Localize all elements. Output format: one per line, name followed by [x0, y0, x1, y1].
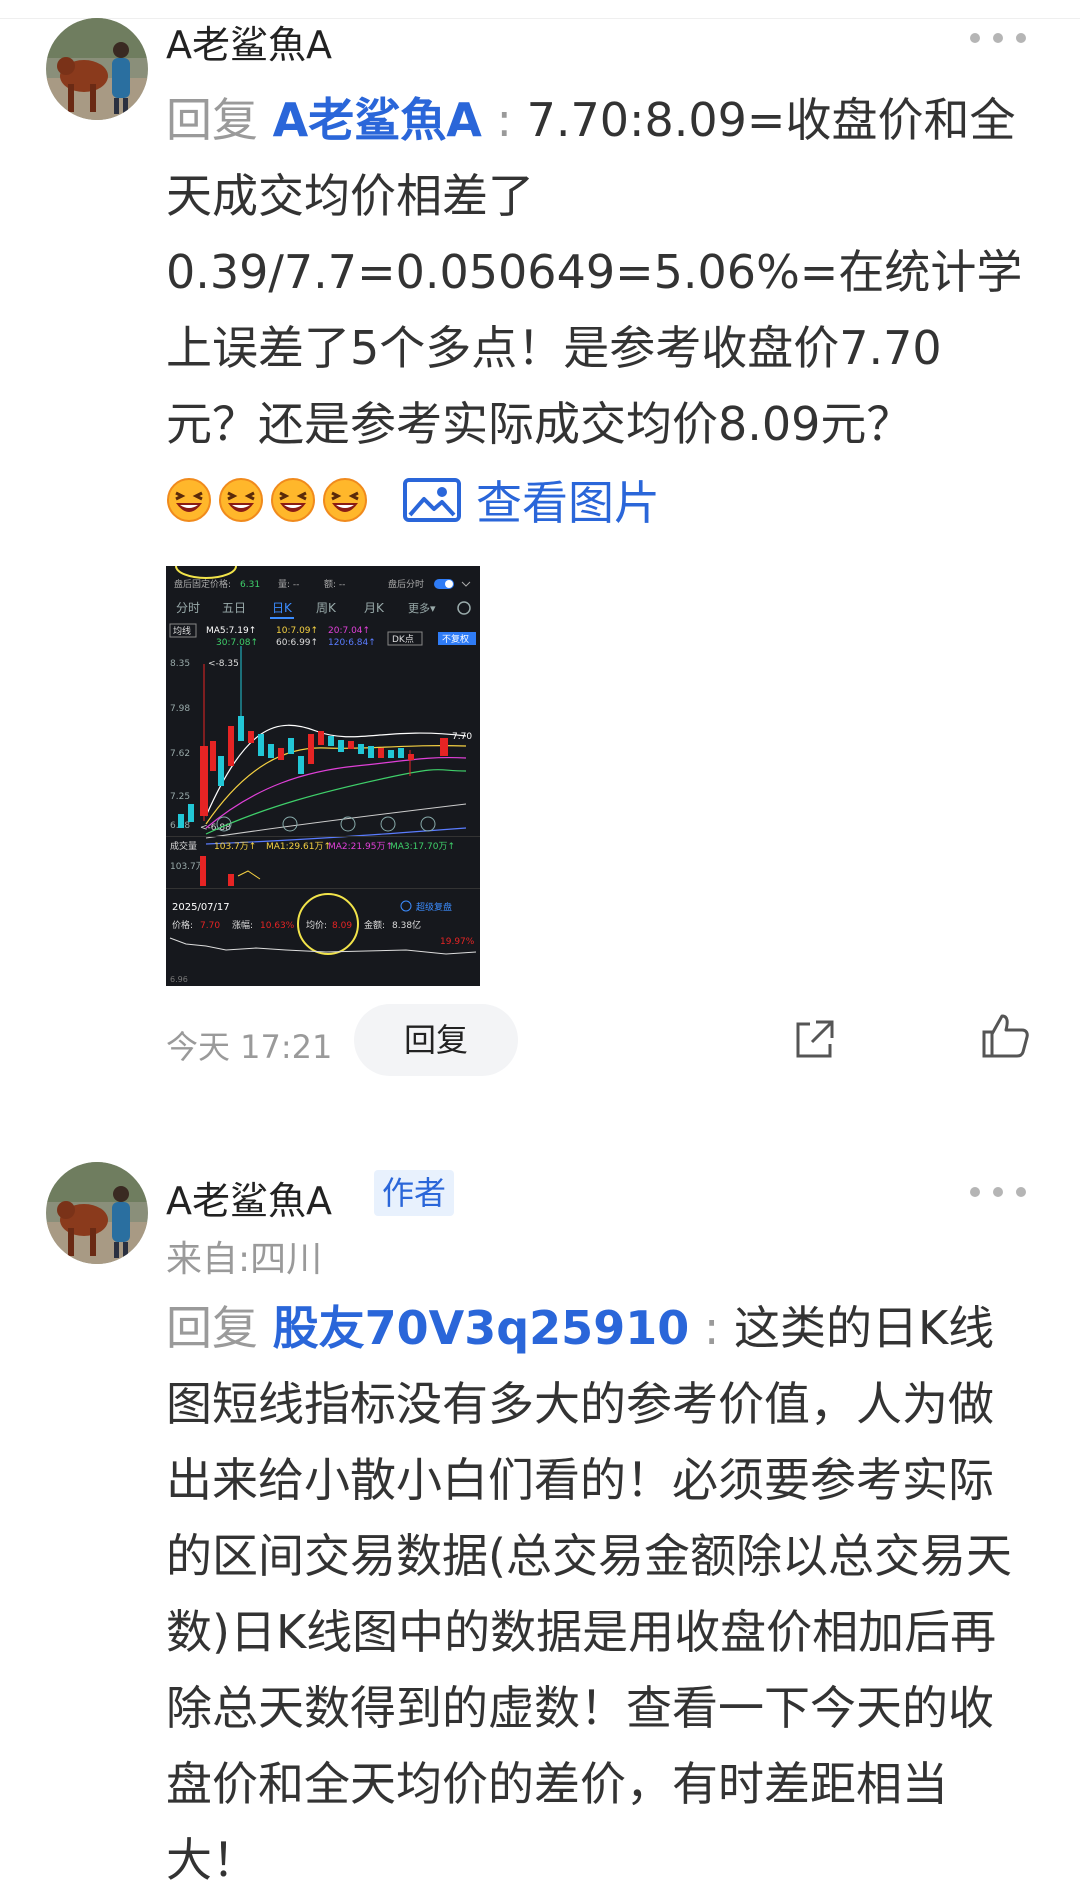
avg-label: 均价: [306, 919, 327, 931]
high-marker: <-8.35 [208, 659, 239, 669]
comment-time: 今天 17:21 [166, 1028, 333, 1066]
after-hours-label: 盘后固定价格: [174, 578, 231, 590]
price-value: 7.70 [200, 921, 220, 931]
emoji-row: 查看图片 [166, 472, 660, 530]
avatar[interactable] [46, 18, 148, 120]
date-label: 2025/07/17 [172, 902, 230, 913]
tab-yuek: 月K [364, 601, 385, 615]
super-replay-link: 超级复盘 [416, 901, 452, 913]
reply-button[interactable]: 回复 [354, 1004, 518, 1076]
tab-wuri: 五日 [222, 601, 246, 615]
vol-ma1: MA1:29.61万↑ [266, 842, 331, 852]
thumbs-up-icon[interactable] [980, 1012, 1030, 1060]
mention-colon: : [481, 93, 527, 147]
ma20-value: 20:7.04↑ [328, 626, 370, 636]
tab-zhouk: 周K [316, 601, 337, 615]
more-dots-icon[interactable] [970, 28, 1026, 48]
share-icon[interactable] [790, 1016, 838, 1064]
view-image-label: 查看图片 [476, 476, 660, 530]
mention-colon: : [689, 1301, 734, 1355]
view-image-link[interactable]: 查看图片 [402, 467, 660, 533]
reply-prefix: 回复 [166, 93, 258, 147]
comment-body: 回复 股友70V3q25910 : 这类的日K线图短线指标没有多大的参考价值，人… [166, 1290, 1028, 1898]
pct-value: 19.97% [440, 937, 475, 947]
change-label: 涨幅: [232, 919, 253, 931]
mention-link[interactable]: 股友70V3q25910 [273, 1301, 690, 1355]
laugh-emoji [323, 478, 367, 522]
price-label: 价格: [172, 919, 193, 931]
ma120-value: 120:6.84↑ [328, 638, 376, 648]
tab-rik: 日K [272, 601, 293, 615]
ma10-value: 10:7.09↑ [276, 626, 318, 636]
comment-body: 回复 A老鲨魚A : 7.70:8.09=收盘价和全天成交均价相差了0.39/7… [166, 82, 1028, 462]
vol-value: 103.7万↑ [214, 842, 256, 852]
amount-label: 金额: [364, 919, 385, 931]
comment-text: 这类的日K线图短线指标没有多大的参考价值，人为做出来给小散小白们看的！必须要参考… [166, 1301, 1012, 1887]
stock-chart-image[interactable]: 盘后固定价格: 6.31 量: -- 额: -- 盘后分时 分时 五日 日K 周… [166, 566, 480, 986]
reply-prefix: 回复 [166, 1301, 258, 1355]
ma30-value: 30:7.08↑ [216, 638, 258, 648]
price-tick: 8.35 [170, 659, 190, 669]
amount-value: 8.38亿 [392, 919, 421, 931]
laugh-emoji [167, 478, 211, 522]
location-label: 来自:四川 [166, 1239, 323, 1280]
price-tick: 7.25 [170, 792, 190, 802]
tab-more: 更多▾ [408, 601, 436, 615]
top-divider [0, 18, 1080, 19]
change-value: 10.63% [260, 921, 295, 931]
ma-label: 均线 [173, 625, 191, 637]
username[interactable]: A老鲨魚A [166, 1170, 332, 1225]
vol-axis: 103.7万 [170, 862, 205, 872]
tab-fenshi: 分时 [176, 601, 200, 615]
avatar[interactable] [46, 1162, 148, 1264]
vol-label: 成交量 [170, 840, 197, 852]
image-icon [403, 478, 461, 522]
vol-ma2: MA2:21.95万↑ [328, 842, 393, 852]
price-tick: 7.98 [170, 704, 190, 714]
vol-ma3: MA3:17.70万↑ [390, 842, 455, 852]
after-hours-price: 6.31 [240, 580, 260, 590]
more-dots-icon[interactable] [970, 1182, 1026, 1202]
ma5-value: MA5:7.19↑ [206, 626, 256, 636]
vol-dash: 量: -- [278, 579, 299, 590]
mention-link[interactable]: A老鲨魚A [273, 93, 482, 147]
avg-value: 8.09 [332, 921, 352, 931]
last-price-label: 7.70 [452, 732, 472, 742]
author-badge: 作者 [374, 1170, 455, 1216]
price-tick: 7.62 [170, 749, 190, 759]
laugh-emoji [271, 478, 315, 522]
amt-dash: 额: -- [324, 578, 345, 590]
bottom-left-tick: 6.96 [170, 975, 188, 984]
dk-label: DK点 [392, 634, 414, 645]
laugh-emoji [219, 478, 263, 522]
after-hours-toggle-label: 盘后分时 [388, 578, 424, 590]
no-adjust-label: 不复权 [442, 633, 469, 645]
ma60-value: 60:6.99↑ [276, 638, 318, 648]
username[interactable]: A老鲨魚A [166, 14, 332, 69]
